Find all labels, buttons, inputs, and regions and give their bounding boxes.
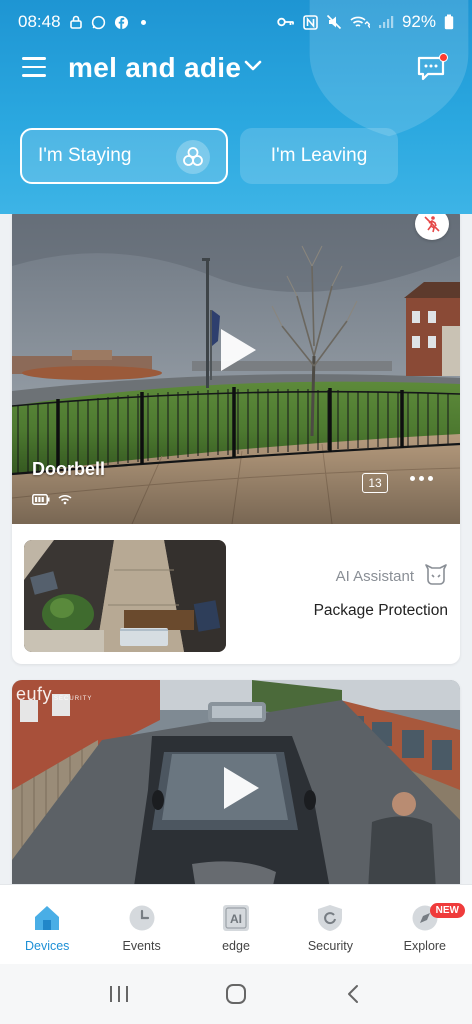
camera-feed-garage[interactable]: eufy SECURITY	[12, 680, 460, 884]
mute-icon	[326, 14, 342, 30]
wifi-icon	[58, 494, 72, 505]
mode-leaving-label: I'm Leaving	[270, 145, 368, 166]
package-snapshot-image	[24, 540, 226, 652]
play-icon[interactable]	[215, 326, 259, 374]
ai-chip-icon: AI	[221, 903, 251, 933]
more-options-button[interactable]	[410, 476, 433, 481]
ai-feature-label[interactable]: Package Protection	[314, 602, 448, 620]
eufy-watermark: eufy SECURITY	[16, 684, 92, 705]
event-count-badge[interactable]: 13	[362, 473, 388, 493]
back-button[interactable]	[333, 974, 373, 1014]
nav-edge-label: edge	[222, 939, 250, 953]
camera-feed-doorbell[interactable]: Doorbell 13	[12, 214, 460, 524]
bottom-navigation: Devices Events AI edge Security NEW Expl…	[0, 884, 472, 964]
mode-staying-button[interactable]: I'm Staying	[20, 128, 228, 184]
battery-icon	[32, 494, 50, 505]
running-person-off-icon	[424, 216, 440, 233]
nav-edge[interactable]: AI edge	[189, 885, 283, 964]
nfc-icon	[303, 14, 318, 30]
ai-assistant-label: AI Assistant	[335, 568, 414, 585]
play-icon[interactable]	[218, 764, 262, 812]
camera-name: Doorbell	[32, 459, 106, 479]
notification-dot-icon	[140, 19, 146, 25]
home-name[interactable]: mel and adie	[68, 52, 241, 84]
status-time: 08:48	[18, 12, 61, 31]
home-icon	[32, 903, 62, 933]
nav-explore-label: Explore	[403, 939, 447, 953]
nav-events[interactable]: Events	[94, 885, 188, 964]
clock-icon	[127, 903, 157, 933]
status-bar: 08:48 92%	[0, 0, 472, 44]
mode-staying-label: I'm Staying	[38, 145, 132, 166]
ai-assistant-icon	[425, 564, 447, 585]
nav-security[interactable]: Security	[283, 885, 377, 964]
package-snapshot-thumbnail[interactable]	[24, 540, 226, 652]
recent-apps-button[interactable]	[99, 974, 139, 1014]
nav-events-label: Events	[122, 939, 161, 953]
system-navigation-bar	[0, 964, 472, 1024]
mode-leaving-button[interactable]: I'm Leaving	[240, 128, 398, 184]
nav-explore[interactable]: NEW Explore	[378, 885, 472, 964]
camera-status	[32, 494, 72, 505]
device-card-garage[interactable]: eufy SECURITY	[12, 680, 460, 884]
eufy-watermark-brand: eufy	[16, 684, 53, 704]
ai-assistant-section[interactable]: AI Assistant Package Protection	[12, 524, 460, 664]
nav-security-label: Security	[307, 939, 353, 953]
new-badge: NEW	[429, 903, 465, 918]
battery-percent: 92%	[401, 12, 436, 31]
device-list[interactable]: Doorbell 13 AI Assistant Package Protect…	[0, 214, 472, 884]
people-icon	[176, 140, 210, 174]
home-button[interactable]	[216, 974, 256, 1014]
nav-devices[interactable]: Devices	[0, 885, 94, 964]
app-header: 08:48 92% mel and adie I'm Staying I'm L…	[0, 0, 472, 214]
menu-button[interactable]	[22, 57, 46, 79]
facebook-icon	[114, 15, 129, 30]
key-icon	[277, 16, 295, 28]
svg-text:AI: AI	[230, 912, 242, 926]
nav-devices-label: Devices	[24, 939, 70, 953]
lock-icon	[69, 15, 83, 29]
eufy-watermark-sub: SECURITY	[54, 696, 93, 702]
chevron-down-icon[interactable]	[244, 60, 262, 72]
shield-icon	[315, 903, 345, 933]
device-card-doorbell[interactable]: Doorbell 13 AI Assistant Package Protect…	[12, 214, 460, 664]
battery-icon	[444, 14, 454, 30]
wifi-calling-icon	[350, 15, 370, 30]
whatsapp-icon	[91, 15, 106, 30]
unread-badge	[439, 53, 448, 62]
signal-icon	[378, 15, 394, 29]
